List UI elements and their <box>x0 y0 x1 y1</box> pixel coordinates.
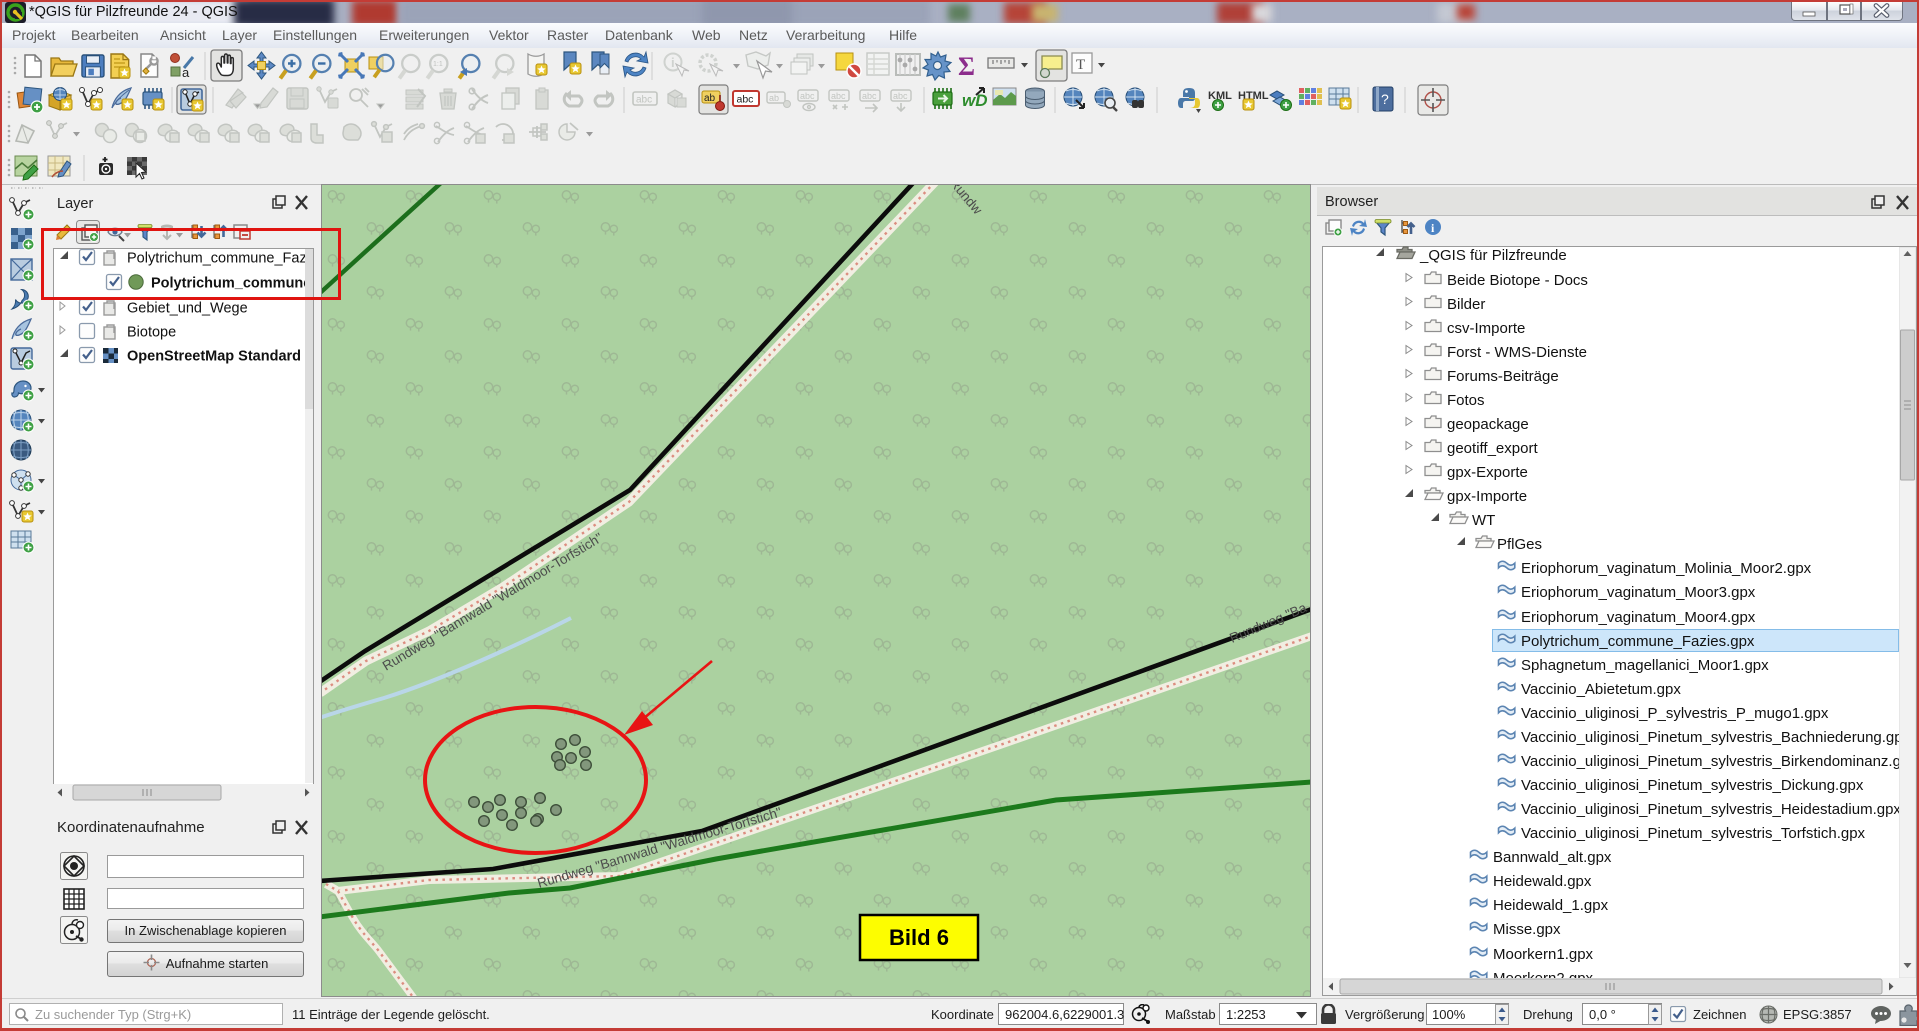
svg-text:wD: wD <box>962 91 988 110</box>
svg-text:abc: abc <box>800 91 815 101</box>
svg-text:abc: abc <box>862 91 877 101</box>
svg-text:1:1: 1:1 <box>433 61 443 68</box>
svg-text:T: T <box>1076 57 1085 73</box>
svg-text:Σ: Σ <box>958 52 975 81</box>
svg-text:?: ? <box>1381 91 1389 107</box>
svg-text:OpenStreetMap Standard: OpenStreetMap Standard <box>127 349 301 365</box>
svg-text:Bild 6: Bild 6 <box>889 925 949 950</box>
svg-text:i: i <box>671 55 675 70</box>
svg-text:ab: ab <box>704 93 716 104</box>
svg-text:abc: abc <box>831 91 846 101</box>
svg-text:abc: abc <box>893 91 908 101</box>
svg-text:abc: abc <box>737 94 754 106</box>
svg-text:ab: ab <box>769 93 779 103</box>
svg-text:a: a <box>182 65 190 80</box>
svg-text:Gebiet_und_Wege: Gebiet_und_Wege <box>127 301 248 317</box>
svg-text:Biotope: Biotope <box>127 325 176 341</box>
svg-text:abc: abc <box>636 95 652 106</box>
